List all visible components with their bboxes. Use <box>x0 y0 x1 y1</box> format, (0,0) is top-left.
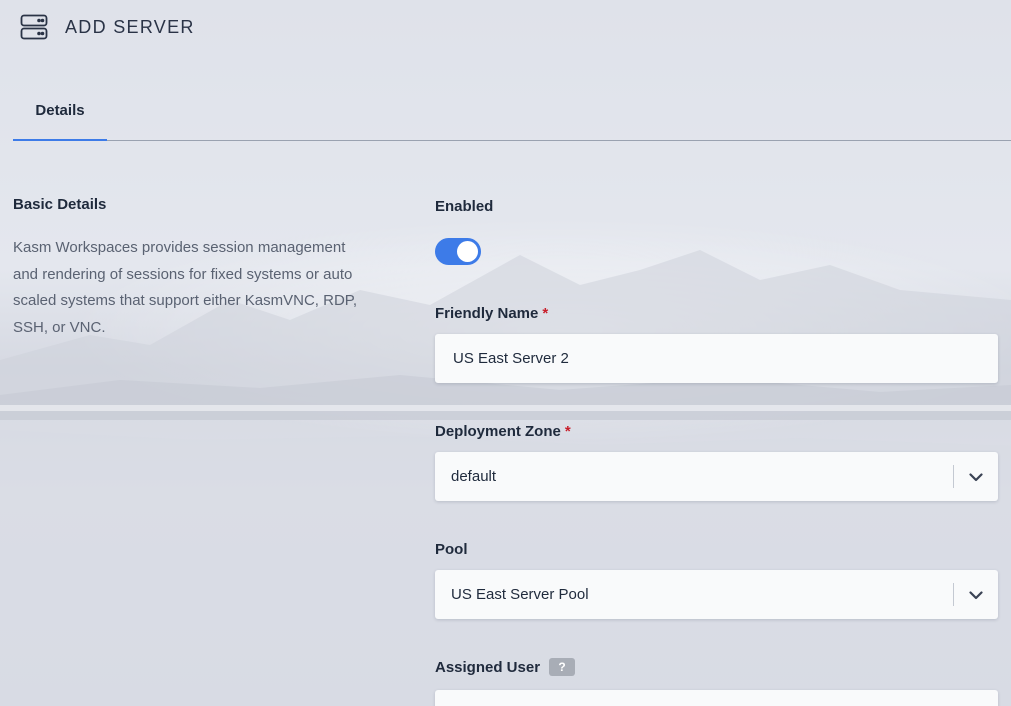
assigned-user-label: Assigned User ? <box>435 657 998 677</box>
page-header: ADD SERVER <box>20 12 195 42</box>
chevron-down-icon[interactable] <box>967 469 984 486</box>
pool-label: Pool <box>435 539 998 559</box>
pool-value: US East Server Pool <box>451 586 589 603</box>
enabled-toggle[interactable] <box>435 238 481 265</box>
assigned-user-label-text: Assigned User <box>435 658 541 676</box>
help-icon[interactable]: ? <box>549 658 576 676</box>
deployment-zone-label: Deployment Zone * <box>435 421 998 441</box>
pool-label-text: Pool <box>435 540 468 558</box>
page-title: ADD SERVER <box>65 16 195 37</box>
basic-details-section: Basic Details Kasm Workspaces provides s… <box>13 196 373 341</box>
section-title: Basic Details <box>13 196 107 213</box>
section-description: Kasm Workspaces provides session managem… <box>13 239 358 336</box>
tab-details[interactable]: Details <box>13 80 107 141</box>
pool-select[interactable]: US East Server Pool <box>435 570 998 619</box>
assigned-user-select[interactable]: user2 <box>435 690 998 706</box>
friendly-name-label: Friendly Name * <box>435 303 998 323</box>
deployment-zone-value: default <box>451 468 497 485</box>
server-icon <box>20 14 48 40</box>
friendly-name-input[interactable] <box>435 334 998 383</box>
chevron-down-icon[interactable] <box>967 587 984 604</box>
deployment-zone-label-text: Deployment Zone <box>435 422 561 440</box>
enabled-label-text: Enabled <box>435 197 494 215</box>
toggle-knob <box>457 241 478 262</box>
required-marker: * <box>542 304 549 322</box>
select-divider <box>953 583 954 606</box>
required-marker: * <box>564 422 571 440</box>
deployment-zone-select[interactable]: default <box>435 452 998 501</box>
tab-bar: Details <box>13 80 1011 141</box>
enabled-label: Enabled <box>435 196 998 216</box>
select-divider <box>953 465 954 488</box>
friendly-name-label-text: Friendly Name <box>435 304 539 322</box>
server-form: Enabled Friendly Name * Deployment Zone … <box>435 196 998 706</box>
